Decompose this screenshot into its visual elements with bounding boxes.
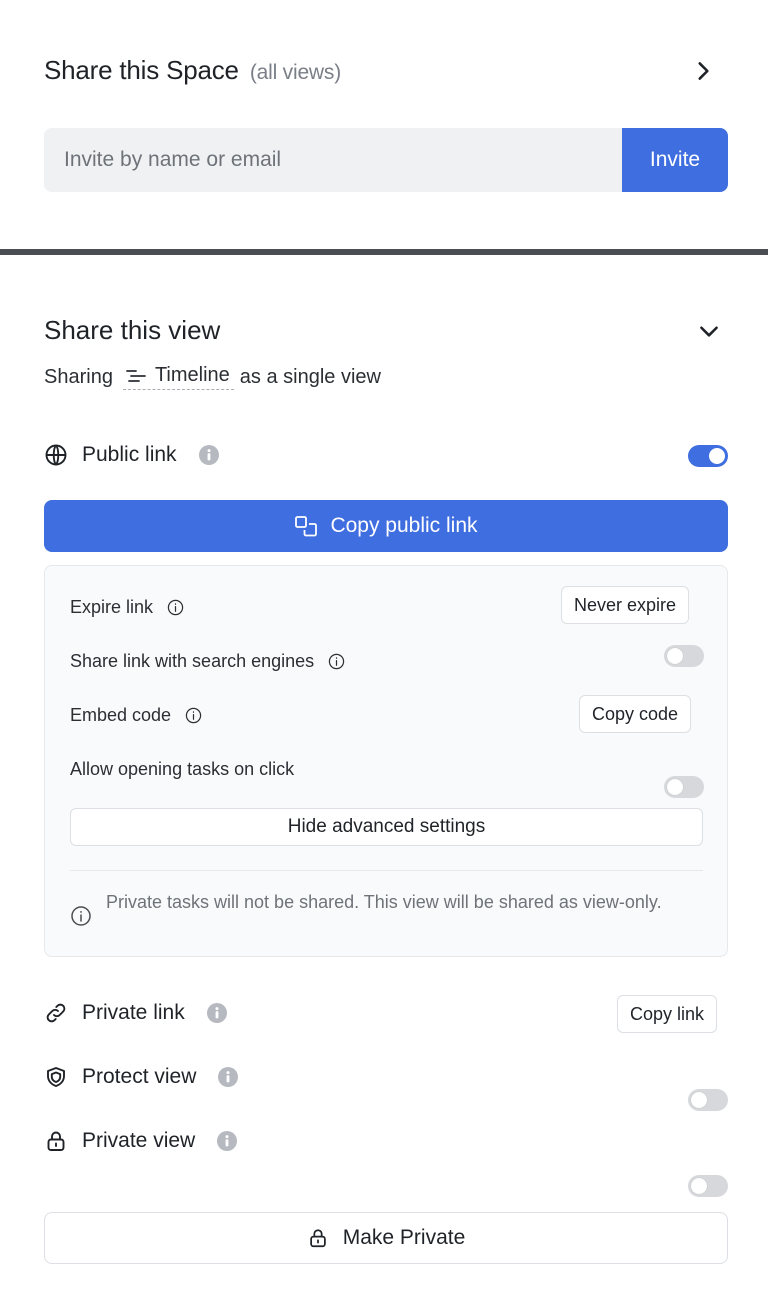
shield-icon — [47, 1067, 65, 1087]
lock-icon — [47, 1131, 65, 1151]
public-link-row: Public link — [44, 443, 219, 467]
private-tasks-note: Private tasks will not be shared. This v… — [70, 891, 703, 927]
public-link-label: Public link — [82, 443, 177, 466]
share-space-header: Share this Space (all views) — [44, 55, 341, 86]
search-engines-label: Share link with search engines — [70, 651, 315, 671]
invite-input[interactable] — [44, 128, 622, 192]
sharing-suffix: as a single view — [239, 365, 381, 388]
chevron-right-icon[interactable] — [690, 58, 716, 84]
private-link-label: Private link — [82, 1001, 185, 1024]
copy-public-link-label: Copy public link — [330, 514, 478, 537]
public-link-toggle[interactable] — [688, 445, 728, 467]
info-icon[interactable] — [217, 1131, 238, 1151]
hide-advanced-settings-button[interactable]: Hide advanced settings — [70, 808, 703, 846]
search-engines-row: Share link with search engines — [70, 651, 345, 672]
embed-code-row: Embed code — [70, 705, 202, 726]
advanced-settings-panel: Expire link Never expire Share link with… — [44, 565, 728, 957]
toggle-knob — [691, 1178, 707, 1194]
chevron-down-icon[interactable] — [696, 318, 722, 344]
section-divider — [0, 249, 768, 255]
lock-icon — [309, 1229, 326, 1248]
info-icon[interactable] — [198, 445, 219, 465]
private-view-row: Private view — [44, 1129, 238, 1153]
toggle-knob — [691, 1092, 707, 1108]
expire-link-row: Expire link — [70, 597, 184, 618]
copy-icon — [295, 516, 318, 537]
invite-button[interactable]: Invite — [622, 128, 728, 192]
toggle-knob — [667, 648, 683, 664]
protect-view-label: Protect view — [82, 1065, 197, 1088]
info-outline-icon[interactable] — [328, 653, 345, 670]
embed-code-label: Embed code — [70, 705, 172, 725]
never-expire-button[interactable]: Never expire — [561, 586, 690, 624]
private-view-label: Private view — [82, 1129, 196, 1152]
private-tasks-note-text: Private tasks will not be shared. This v… — [106, 892, 662, 912]
link-icon — [46, 1003, 66, 1023]
view-chip[interactable]: Timeline — [122, 364, 234, 390]
open-tasks-label: Allow opening tasks on click — [70, 759, 295, 779]
advanced-divider — [70, 870, 703, 871]
expire-link-label: Expire link — [70, 597, 154, 617]
sharing-description: Sharing Timeline as a single view — [44, 364, 381, 390]
open-tasks-toggle[interactable] — [664, 776, 704, 798]
globe-icon — [45, 444, 67, 466]
info-outline-icon[interactable] — [185, 707, 202, 724]
info-icon[interactable] — [206, 1003, 227, 1023]
share-space-subtitle: (all views) — [249, 61, 341, 84]
protect-view-row: Protect view — [44, 1065, 239, 1089]
toggle-knob — [709, 448, 725, 464]
info-icon[interactable] — [218, 1067, 239, 1087]
private-view-toggle[interactable] — [688, 1175, 728, 1197]
copy-public-link-button[interactable]: Copy public link — [44, 500, 728, 552]
info-outline-icon — [71, 906, 91, 926]
open-tasks-row: Allow opening tasks on click — [70, 759, 294, 780]
copy-link-button[interactable]: Copy link — [617, 995, 718, 1033]
protect-view-toggle[interactable] — [688, 1089, 728, 1111]
private-link-row: Private link — [44, 1001, 227, 1025]
info-outline-icon[interactable] — [167, 599, 184, 616]
view-name: Timeline — [154, 364, 230, 386]
timeline-icon — [126, 369, 146, 382]
search-engines-toggle[interactable] — [664, 645, 704, 667]
invite-bar: Invite — [44, 128, 728, 192]
share-view-title: Share this view — [44, 315, 221, 345]
share-space-title: Share this Space — [44, 55, 239, 85]
make-private-button[interactable]: Make Private — [44, 1212, 728, 1264]
toggle-knob — [667, 779, 683, 795]
sharing-prefix: Sharing — [44, 365, 113, 388]
make-private-label: Make Private — [342, 1226, 466, 1249]
copy-code-button[interactable]: Copy code — [579, 695, 692, 733]
